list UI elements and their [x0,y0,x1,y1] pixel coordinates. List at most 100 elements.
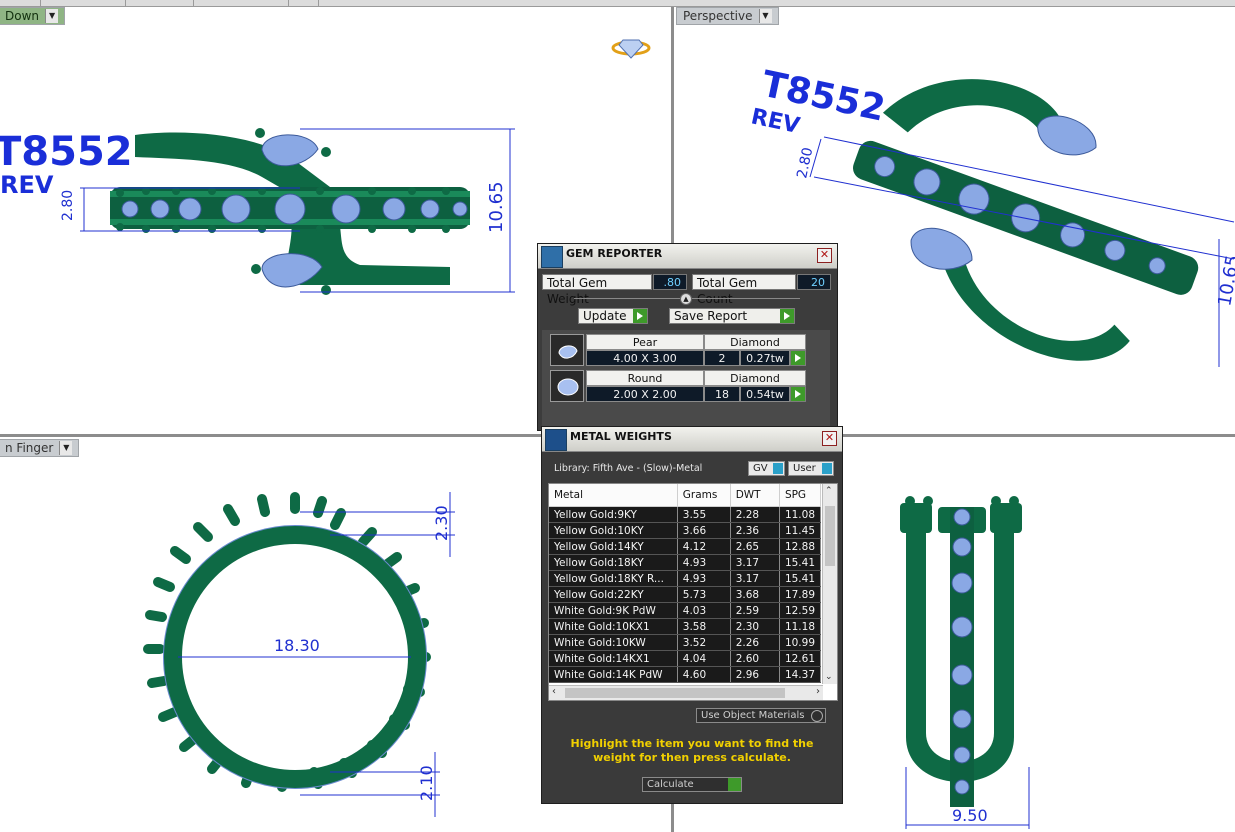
toggle-indicator-icon [773,463,783,474]
update-button-label: Update [583,309,627,323]
cell-dwt: 2.30 [730,618,780,635]
arrow-right-icon [791,387,805,401]
cell-grams: 3.58 [677,618,731,635]
cell-metal: Yellow Gold:9KY [549,506,678,523]
material-select[interactable]: Use Object Materials [696,708,826,723]
column-header[interactable]: Metal [549,484,678,507]
ring-label-text: T8552 [0,129,133,175]
cell-metal: Yellow Gold:18KY [549,554,678,571]
table-row[interactable]: White Gold:14K PdW 4.60 2.96 14.37 [549,666,822,683]
dim-width-text: 9.50 [952,806,988,825]
cell-grams: 5.73 [677,586,731,603]
column-header[interactable]: SPG [779,484,822,507]
total-gem-weight-value: .80 [653,274,687,290]
material-select-value: Use Object Materials [701,710,805,721]
cell-spg: 11.08 [779,506,822,523]
user-toggle-label: User [793,463,816,474]
cell-metal: White Gold:10KW [549,634,678,651]
gem-weight: 0.54tw [740,386,790,402]
tab-segment[interactable] [288,0,319,6]
round-gem-icon [550,370,584,402]
cell-spg: 12.59 [779,602,822,619]
chevron-right-icon[interactable]: › [816,686,820,697]
cell-dwt: 2.36 [730,522,780,539]
table-row[interactable]: White Gold:9K PdW 4.03 2.59 12.59 [549,602,822,619]
tab-segment[interactable] [0,0,41,6]
tab-segment[interactable] [125,0,194,6]
gem-row[interactable]: Pear Diamond 4.00 X 3.00 2 0.27tw [550,334,806,368]
column-header[interactable]: DWT [730,484,780,507]
tab-segment[interactable] [40,0,126,6]
column-header[interactable]: Grams [677,484,731,507]
chevron-down-icon[interactable]: ⌄ [825,672,833,682]
close-icon[interactable]: ✕ [817,248,832,263]
gem-reporter-titlebar[interactable]: GEM REPORTER ✕ [538,244,837,269]
cell-spg: 12.61 [779,650,822,667]
metal-table: Metal Grams DWT SPG Yellow Gold:9KY 3.55 2… [548,483,838,701]
close-icon[interactable]: ✕ [822,431,837,446]
cell-spg: 12.88 [779,538,822,555]
table-row[interactable]: Yellow Gold:18KY R... 4.93 3.17 15.41 [549,570,822,587]
gem-shape: Pear [586,334,704,350]
pear-gem-icon [550,334,584,366]
table-header-row: Metal Grams DWT SPG [549,484,822,507]
cell-metal: White Gold:14KX1 [549,650,678,667]
horizontal-scrollbar[interactable]: ‹ › [549,685,823,700]
cell-dwt: 3.68 [730,586,780,603]
dim-width-text: 10.65 [1214,253,1235,307]
metal-weights-panel: METAL WEIGHTS ✕ Library: Fifth Ave - (Sl… [541,426,843,804]
table-row[interactable]: Yellow Gold:14KY 4.12 2.65 12.88 [549,538,822,555]
cell-grams: 4.03 [677,602,731,619]
update-button[interactable]: Update [578,308,648,324]
table-row[interactable]: White Gold:14KX1 4.04 2.60 12.61 [549,650,822,667]
gem-count: 18 [704,386,740,402]
cell-grams: 4.60 [677,666,731,683]
table-row[interactable]: Yellow Gold:18KY 4.93 3.17 15.41 [549,554,822,571]
radio-icon [811,710,823,722]
scrollbar-thumb[interactable] [825,506,835,566]
arrow-right-icon [728,778,741,791]
dim-diameter-text: 18.30 [274,636,320,655]
cell-spg: 15.41 [779,570,822,587]
vertical-scrollbar[interactable]: ⌃ ⌄ [822,484,837,684]
gem-go-button[interactable] [790,386,806,402]
cell-grams: 3.55 [677,506,731,523]
gem-go-button[interactable] [790,350,806,366]
cell-grams: 4.04 [677,650,731,667]
calculate-button[interactable]: Calculate [642,777,742,792]
cell-metal: Yellow Gold:10KY [549,522,678,539]
chevron-left-icon[interactable]: ‹ [552,686,556,697]
gv-toggle[interactable]: GV [748,461,785,476]
scrollbar-thumb[interactable] [565,688,785,698]
metal-weights-title: METAL WEIGHTS [570,430,672,443]
gem-material: Diamond [704,334,806,350]
ring-sublabel-text: REV [0,171,54,199]
dim-width-text: 10.65 [486,181,507,233]
cell-grams: 4.12 [677,538,731,555]
ring-thumbnail-icon[interactable] [611,39,651,59]
total-gem-count-value: 20 [797,274,831,290]
cell-spg: 11.45 [779,522,822,539]
metal-weights-titlebar[interactable]: METAL WEIGHTS ✕ [542,427,842,452]
cell-dwt: 2.26 [730,634,780,651]
save-report-button[interactable]: Save Report [669,308,795,324]
table-row[interactable]: Yellow Gold:9KY 3.55 2.28 11.08 [549,506,822,523]
calculate-button-label: Calculate [647,779,694,790]
cell-grams: 3.66 [677,522,731,539]
collapse-icon[interactable]: ▲ [680,293,692,305]
gem-row[interactable]: Round Diamond 2.00 X 2.00 18 0.54tw [550,370,806,404]
cell-dwt: 2.60 [730,650,780,667]
gem-list: Pear Diamond 4.00 X 3.00 2 0.27tw Round … [542,330,830,426]
table-row[interactable]: Yellow Gold:10KY 3.66 2.36 11.45 [549,522,822,539]
table-row[interactable]: Yellow Gold:22KY 5.73 3.68 17.89 [549,586,822,603]
cell-dwt: 3.17 [730,554,780,571]
table-row[interactable]: White Gold:10KX1 3.58 2.30 11.18 [549,618,822,635]
user-toggle[interactable]: User [788,461,834,476]
arrow-right-icon [633,309,647,323]
gem-weight: 0.27tw [740,350,790,366]
table-row[interactable]: White Gold:10KW 3.52 2.26 10.99 [549,634,822,651]
tab-segment[interactable] [193,0,289,6]
cell-spg: 10.99 [779,634,822,651]
chevron-up-icon[interactable]: ⌃ [825,486,833,496]
arrow-right-icon [780,309,794,323]
